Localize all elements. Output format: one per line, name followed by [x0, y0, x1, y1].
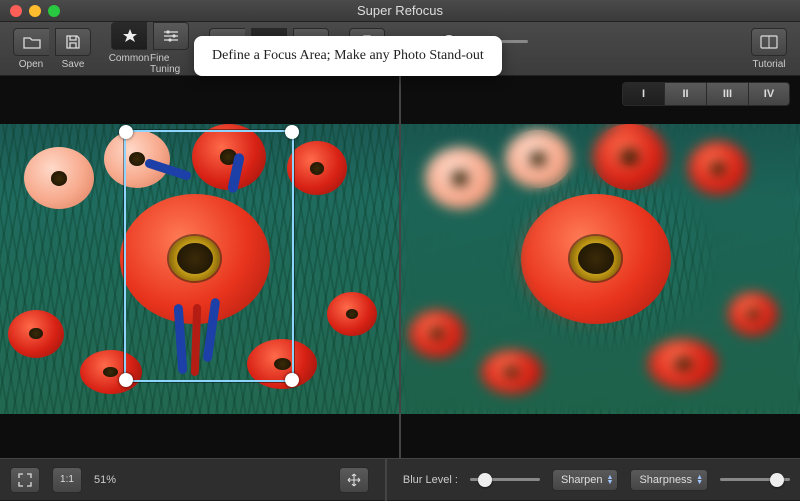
actual-size-button[interactable]: 1:1: [52, 467, 82, 493]
save-label: Save: [62, 59, 85, 70]
bottom-bar: 1:1 51% Blur Level : Sharpen ▲▼ Sharpnes…: [0, 458, 800, 500]
blur-level-slider[interactable]: [470, 470, 540, 490]
selection-handle-tl[interactable]: [119, 125, 133, 139]
hint-tooltip: Define a Focus Area; Make any Photo Stan…: [194, 36, 502, 76]
common-mode-button[interactable]: Common: [108, 22, 150, 64]
chevron-updown-icon: ▲▼: [607, 475, 614, 485]
preview-image: [401, 124, 800, 414]
view-mode-segmented: I II III IV: [622, 82, 790, 106]
tutorial-label: Tutorial: [753, 59, 786, 70]
fullscreen-button[interactable]: [10, 467, 40, 493]
sharpness-select[interactable]: Sharpness ▲▼: [630, 469, 708, 491]
view-mode-4[interactable]: IV: [748, 82, 790, 106]
focus-area-selection[interactable]: [124, 130, 294, 382]
open-label: Open: [19, 59, 43, 70]
preview-pane: I II III IV: [401, 76, 800, 458]
window-titlebar: Super Refocus: [0, 0, 800, 22]
selection-handle-tr[interactable]: [285, 125, 299, 139]
blur-level-label: Blur Level :: [403, 474, 458, 486]
tutorial-button[interactable]: Tutorial: [748, 28, 790, 70]
view-mode-3[interactable]: III: [706, 82, 748, 106]
fine-tuning-button[interactable]: Fine Tuning: [150, 22, 192, 75]
source-image[interactable]: [0, 124, 399, 414]
source-pane: [0, 76, 401, 458]
common-label: Common: [109, 53, 150, 64]
fine-tuning-label: Fine Tuning: [150, 53, 192, 75]
actual-size-label: 1:1: [60, 474, 74, 485]
zoom-window-button[interactable]: [48, 5, 60, 17]
view-mode-1[interactable]: I: [622, 82, 664, 106]
window-title: Super Refocus: [0, 3, 800, 18]
workspace: I II III IV Define a Focus Area; Make an…: [0, 76, 800, 458]
pan-button[interactable]: [339, 467, 369, 493]
sharpen-value: Sharpen: [561, 474, 603, 486]
close-window-button[interactable]: [10, 5, 22, 17]
sharpness-value: Sharpness: [639, 474, 692, 486]
sharpen-select[interactable]: Sharpen ▲▼: [552, 469, 619, 491]
minimize-window-button[interactable]: [29, 5, 41, 17]
chevron-updown-icon: ▲▼: [696, 475, 703, 485]
zoom-level: 51%: [94, 474, 116, 486]
selection-handle-bl[interactable]: [119, 373, 133, 387]
open-button[interactable]: Open: [10, 28, 52, 70]
save-button[interactable]: Save: [52, 28, 94, 70]
view-mode-2[interactable]: II: [664, 82, 706, 106]
selection-handle-br[interactable]: [285, 373, 299, 387]
sharpness-slider[interactable]: [720, 470, 790, 490]
